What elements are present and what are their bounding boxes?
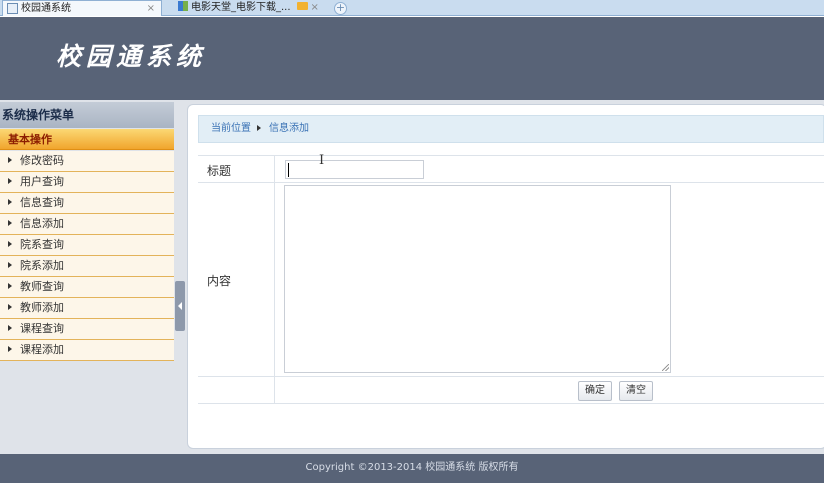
copyright-text: Copyright ©2013-2014 校园通系统 版权所有 [305,462,519,473]
content-textarea[interactable] [284,185,671,373]
chevron-left-icon [178,302,182,310]
page-header: 校园通系统 [0,17,824,100]
browser-tab-strip: 校园通系统 × 电影天堂_电影下载_... × + [0,0,824,16]
close-icon[interactable]: × [311,2,319,13]
submit-button[interactable]: 确定 [578,381,612,401]
sidebar-item-info-query[interactable]: 信息查询 [0,193,174,214]
content-label: 内容 [207,274,232,288]
page-footer: Copyright ©2013-2014 校园通系统 版权所有 [0,454,824,483]
sidebar-item-label: 院系查询 [20,238,64,251]
text-cursor [288,163,289,177]
text-cursor-icon: I [319,153,325,168]
sidebar-item-label: 修改密码 [20,154,64,167]
title-label: 标题 [207,164,232,178]
sidebar-item-label: 课程查询 [20,322,64,335]
title-input[interactable] [285,160,424,179]
form-row-divider [198,376,824,377]
sidebar-item-label: 信息查询 [20,196,64,209]
sidebar-item-teacher-add[interactable]: 教师添加 [0,298,174,319]
caret-right-icon [8,346,12,352]
sidebar-item-dept-add[interactable]: 院系添加 [0,256,174,277]
browser-tab-campus[interactable]: 校园通系统 × [2,0,162,16]
breadcrumb-current-label[interactable]: 当前位置 [211,123,251,134]
breadcrumb: 当前位置 信息添加 [198,115,824,143]
caret-right-icon [8,199,12,205]
sidebar-collapse-handle[interactable] [175,281,185,331]
app-logo: 校园通系统 [56,42,207,71]
page-icon [7,3,18,14]
sidebar-item-change-password[interactable]: 修改密码 [0,151,174,172]
sidebar-item-course-add[interactable]: 课程添加 [0,340,174,361]
sidebar: 系统操作菜单 基本操作 修改密码 用户查询 信息查询 信息添加 院系查询 院系添… [0,100,174,454]
caret-right-icon [8,262,12,268]
resize-grip-icon[interactable] [662,364,669,371]
caret-right-icon [8,325,12,331]
sidebar-item-info-add[interactable]: 信息添加 [0,214,174,235]
sidebar-item-user-query[interactable]: 用户查询 [0,172,174,193]
site-icon [178,1,188,11]
new-tab-button[interactable]: + [334,2,347,15]
sidebar-item-dept-query[interactable]: 院系查询 [0,235,174,256]
caret-right-icon [8,220,12,226]
reset-button[interactable]: 清空 [619,381,653,401]
info-add-form: 标题 内容 确定 清空 [198,155,824,404]
browser-tab-title: 电影天堂_电影下载_... [191,2,291,13]
sidebar-item-label: 院系添加 [20,259,64,272]
caret-right-icon [257,125,261,131]
folder-icon [296,2,308,10]
close-icon[interactable]: × [147,1,155,16]
browser-tab-title: 校园通系统 [21,3,71,14]
caret-right-icon [8,304,12,310]
browser-tab-movie[interactable]: 电影天堂_电影下载_... × [172,0,320,16]
sidebar-title: 系统操作菜单 [0,102,174,128]
caret-right-icon [8,241,12,247]
breadcrumb-page[interactable]: 信息添加 [269,123,309,134]
form-row-divider [198,182,824,183]
caret-right-icon [8,178,12,184]
sidebar-menu: 修改密码 用户查询 信息查询 信息添加 院系查询 院系添加 教师查询 教师添加 … [0,151,174,361]
sidebar-item-label: 课程添加 [20,343,64,356]
sidebar-item-course-query[interactable]: 课程查询 [0,319,174,340]
sidebar-item-label: 用户查询 [20,175,64,188]
sidebar-section-header[interactable]: 基本操作 [0,129,174,150]
sidebar-item-label: 教师添加 [20,301,64,314]
sidebar-item-teacher-query[interactable]: 教师查询 [0,277,174,298]
sidebar-item-label: 教师查询 [20,280,64,293]
caret-right-icon [8,283,12,289]
caret-right-icon [8,157,12,163]
sidebar-item-label: 信息添加 [20,217,64,230]
